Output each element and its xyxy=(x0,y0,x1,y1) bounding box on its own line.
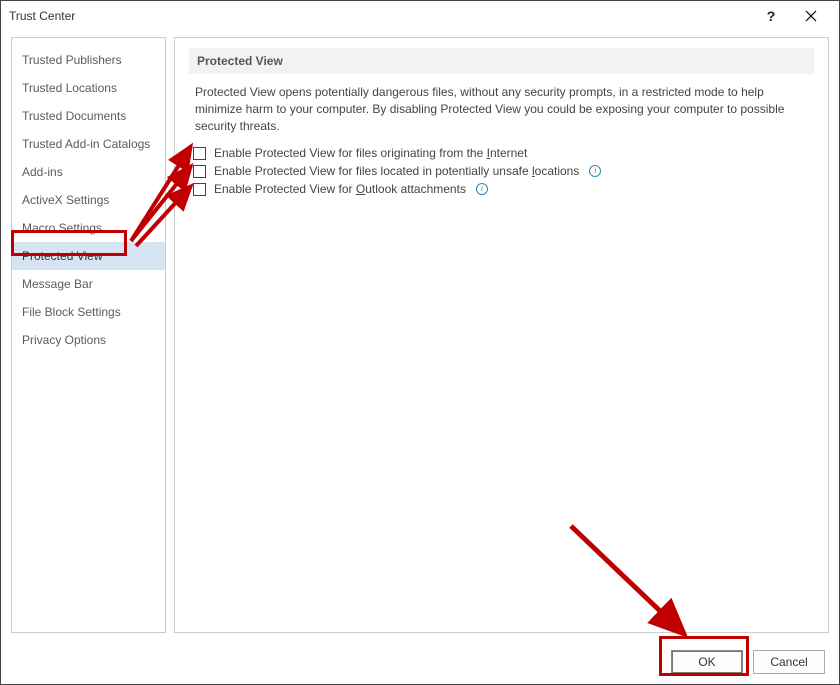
option-checkbox[interactable] xyxy=(193,165,206,178)
sidebar-item[interactable]: Trusted Documents xyxy=(12,102,165,130)
info-icon[interactable]: i xyxy=(589,165,601,177)
option-label[interactable]: Enable Protected View for files located … xyxy=(214,164,579,178)
content-pane: Protected View Protected View opens pote… xyxy=(174,37,829,633)
sidebar-item[interactable]: Macro Settings xyxy=(12,214,165,242)
sidebar-item[interactable]: Add-ins xyxy=(12,158,165,186)
cancel-button[interactable]: Cancel xyxy=(753,650,825,674)
option-row: Enable Protected View for files originat… xyxy=(189,144,814,162)
option-row: Enable Protected View for Outlook attach… xyxy=(189,180,814,198)
close-button[interactable] xyxy=(791,1,831,31)
options-group: Enable Protected View for files originat… xyxy=(189,144,814,198)
sidebar-item[interactable]: Message Bar xyxy=(12,270,165,298)
section-header: Protected View xyxy=(189,48,814,74)
dialog-footer: OK Cancel xyxy=(1,639,839,684)
sidebar-item[interactable]: Privacy Options xyxy=(12,326,165,354)
sidebar-item[interactable]: Trusted Add-in Catalogs xyxy=(12,130,165,158)
window-title: Trust Center xyxy=(9,9,75,23)
help-button[interactable]: ? xyxy=(751,1,791,31)
sidebar-item[interactable]: Trusted Publishers xyxy=(12,46,165,74)
option-row: Enable Protected View for files located … xyxy=(189,162,814,180)
ok-button[interactable]: OK xyxy=(671,650,743,674)
sidebar-item[interactable]: File Block Settings xyxy=(12,298,165,326)
option-checkbox[interactable] xyxy=(193,183,206,196)
section-description: Protected View opens potentially dangero… xyxy=(195,84,814,134)
dialog-body: Trusted PublishersTrusted LocationsTrust… xyxy=(1,31,839,639)
info-icon[interactable]: i xyxy=(476,183,488,195)
option-label[interactable]: Enable Protected View for Outlook attach… xyxy=(214,182,466,196)
option-label[interactable]: Enable Protected View for files originat… xyxy=(214,146,527,160)
close-icon xyxy=(805,10,817,22)
trust-center-dialog: Trust Center ? Trusted PublishersTrusted… xyxy=(0,0,840,685)
titlebar: Trust Center ? xyxy=(1,1,839,31)
sidebar-item[interactable]: ActiveX Settings xyxy=(12,186,165,214)
sidebar-item[interactable]: Trusted Locations xyxy=(12,74,165,102)
sidebar-item[interactable]: Protected View xyxy=(12,242,165,270)
option-checkbox[interactable] xyxy=(193,147,206,160)
sidebar: Trusted PublishersTrusted LocationsTrust… xyxy=(11,37,166,633)
